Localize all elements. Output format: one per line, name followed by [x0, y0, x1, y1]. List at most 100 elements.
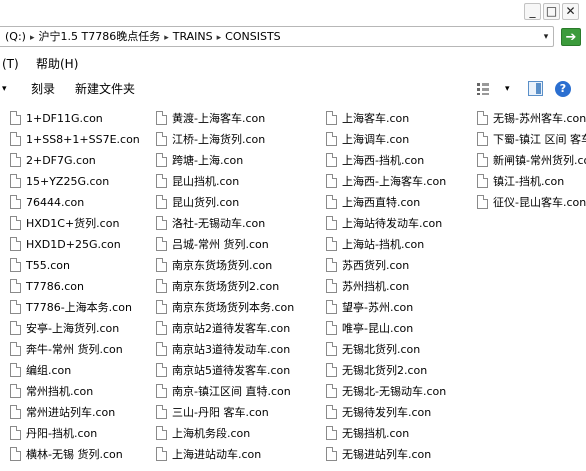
file-name: 无锡进站列车.con [342, 448, 432, 461]
file-item[interactable]: 无锡挡机.con [326, 423, 506, 444]
file-name: T55.con [26, 259, 70, 272]
file-name: 南京东货场货列2.con [172, 280, 280, 293]
file-item[interactable]: 三山-丹阳 客车.con [156, 402, 336, 423]
file-name: 丹阳-挡机.con [26, 427, 98, 440]
file-name: 南京站2道待发客车.con [172, 322, 291, 335]
file-item[interactable]: 唯亭-昆山.con [326, 318, 506, 339]
file-name: 镇江-挡机.con [493, 175, 565, 188]
file-icon [326, 216, 337, 230]
breadcrumb-item-trains[interactable]: TRAINS [173, 30, 213, 43]
file-icon [326, 279, 337, 293]
file-item[interactable]: 上海站-挡机.con [326, 234, 506, 255]
file-item[interactable]: 无锡待发列车.con [326, 402, 506, 423]
file-name: 江桥-上海货列.con [172, 133, 266, 146]
menu-tools[interactable]: (T) [2, 53, 19, 75]
file-icon [326, 384, 337, 398]
file-icon [326, 195, 337, 209]
breadcrumb-drive[interactable]: (Q:) [5, 30, 26, 43]
file-name: 15+YZ25G.con [26, 175, 110, 188]
file-item[interactable]: 上海进站动车.con [156, 444, 336, 465]
file-icon [326, 447, 337, 461]
file-item[interactable]: 苏西货列.con [326, 255, 506, 276]
file-icon [10, 300, 21, 314]
burn-button[interactable]: 刻录 [31, 77, 55, 101]
file-item[interactable]: 望亭-苏州.con [326, 297, 506, 318]
file-item[interactable]: 苏州挡机.con [326, 276, 506, 297]
file-name: 编组.con [26, 364, 72, 377]
file-name: 无锡挡机.con [342, 427, 410, 440]
file-item[interactable]: 南京东货场货列.con [156, 255, 336, 276]
file-name: HXD1D+25G.con [26, 238, 121, 251]
file-name: T7786-上海本务.con [26, 301, 132, 314]
file-item[interactable]: 昆山货列.con [156, 192, 336, 213]
file-name: 南京-镇江区间 直特.con [172, 385, 291, 398]
file-name: 南京站3道待发动车.con [172, 343, 291, 356]
file-name: 无锡待发列车.con [342, 406, 432, 419]
file-item[interactable]: 洛社-无锡动车.con [156, 213, 336, 234]
file-name: 吕城-常州 货列.con [172, 238, 269, 251]
file-item[interactable]: 征仪-昆山客车.con [477, 192, 586, 213]
chevron-right-icon[interactable]: ▸ [30, 33, 35, 43]
file-icon [326, 237, 337, 251]
file-name: 上海西直特.con [342, 196, 421, 209]
breadcrumb-item-consists[interactable]: CONSISTS [225, 30, 280, 43]
file-icon [10, 132, 21, 146]
address-bar-row: (Q:) ▸ 沪宁1.5 T7786晚点任务 ▸ TRAINS ▸ CONSISTS ▾ ➔ [0, 24, 586, 51]
new-folder-button[interactable]: 新建文件夹 [75, 77, 135, 101]
file-item[interactable]: 上海机务段.con [156, 423, 336, 444]
file-item[interactable]: 南京东货场货列2.con [156, 276, 336, 297]
file-name: 奔牛-常州 货列.con [26, 343, 123, 356]
file-icon [326, 132, 337, 146]
file-item[interactable]: 跨塘-上海.con [156, 150, 336, 171]
file-icon [326, 342, 337, 356]
file-item[interactable]: 南京站3道待发动车.con [156, 339, 336, 360]
file-item[interactable]: 上海站待发动车.con [326, 213, 506, 234]
file-icon [477, 132, 488, 146]
address-dropdown-icon[interactable]: ▾ [540, 31, 552, 43]
file-icon [156, 300, 167, 314]
file-item[interactable]: 南京东货场货列本务.con [156, 297, 336, 318]
views-icon[interactable] [476, 82, 490, 96]
menu-help[interactable]: 帮助(H) [36, 53, 78, 75]
file-icon [326, 300, 337, 314]
file-icon [10, 195, 21, 209]
breadcrumb-item-task[interactable]: 沪宁1.5 T7786晚点任务 [38, 30, 160, 43]
organize-dropdown-icon[interactable]: ▾ [2, 77, 7, 101]
chevron-right-icon[interactable]: ▸ [164, 33, 169, 43]
file-item[interactable]: 南京站2道待发客车.con [156, 318, 336, 339]
file-item[interactable]: 江桥-上海货列.con [156, 129, 336, 150]
file-item[interactable]: 镇江-挡机.con [477, 171, 586, 192]
file-icon [326, 111, 337, 125]
file-name: 上海客车.con [342, 112, 410, 125]
file-icon [10, 363, 21, 377]
file-icon [156, 111, 167, 125]
close-button[interactable]: ✕ [562, 3, 579, 20]
file-item[interactable]: 无锡进站列车.con [326, 444, 506, 465]
maximize-button[interactable]: □ [543, 3, 560, 20]
file-item[interactable]: 吕城-常州 货列.con [156, 234, 336, 255]
file-icon [156, 426, 167, 440]
file-item[interactable]: 黄渡-上海客车.con [156, 108, 336, 129]
go-button[interactable]: ➔ [561, 28, 581, 46]
preview-pane-icon[interactable] [528, 81, 543, 96]
views-dropdown-icon[interactable]: ▾ [505, 77, 510, 101]
file-item[interactable]: 南京站5道待发客车.con [156, 360, 336, 381]
file-item[interactable]: 无锡北-无锡动车.con [326, 381, 506, 402]
minimize-button[interactable]: _ [524, 3, 541, 20]
file-name: 征仪-昆山客车.con [493, 196, 586, 209]
file-item[interactable]: 新闸镇-常州货列.con [477, 150, 586, 171]
address-bar[interactable]: (Q:) ▸ 沪宁1.5 T7786晚点任务 ▸ TRAINS ▸ CONSISTS ▾ [0, 26, 554, 47]
file-item[interactable]: 南京-镇江区间 直特.con [156, 381, 336, 402]
file-name: 无锡-苏州客车.con [493, 112, 586, 125]
file-item[interactable]: 无锡北货列2.con [326, 360, 506, 381]
file-name: 三山-丹阳 客车.con [172, 406, 269, 419]
chevron-right-icon[interactable]: ▸ [217, 33, 222, 43]
file-name: 苏州挡机.con [342, 280, 410, 293]
file-item[interactable]: 无锡北货列.con [326, 339, 506, 360]
file-item[interactable]: 无锡-苏州客车.con [477, 108, 586, 129]
file-name: 黄渡-上海客车.con [172, 112, 266, 125]
file-item[interactable]: 下蜀-镇江 区间 客车.con [477, 129, 586, 150]
file-item[interactable]: 昆山挡机.con [156, 171, 336, 192]
file-icon [326, 174, 337, 188]
help-icon[interactable]: ? [555, 81, 571, 97]
